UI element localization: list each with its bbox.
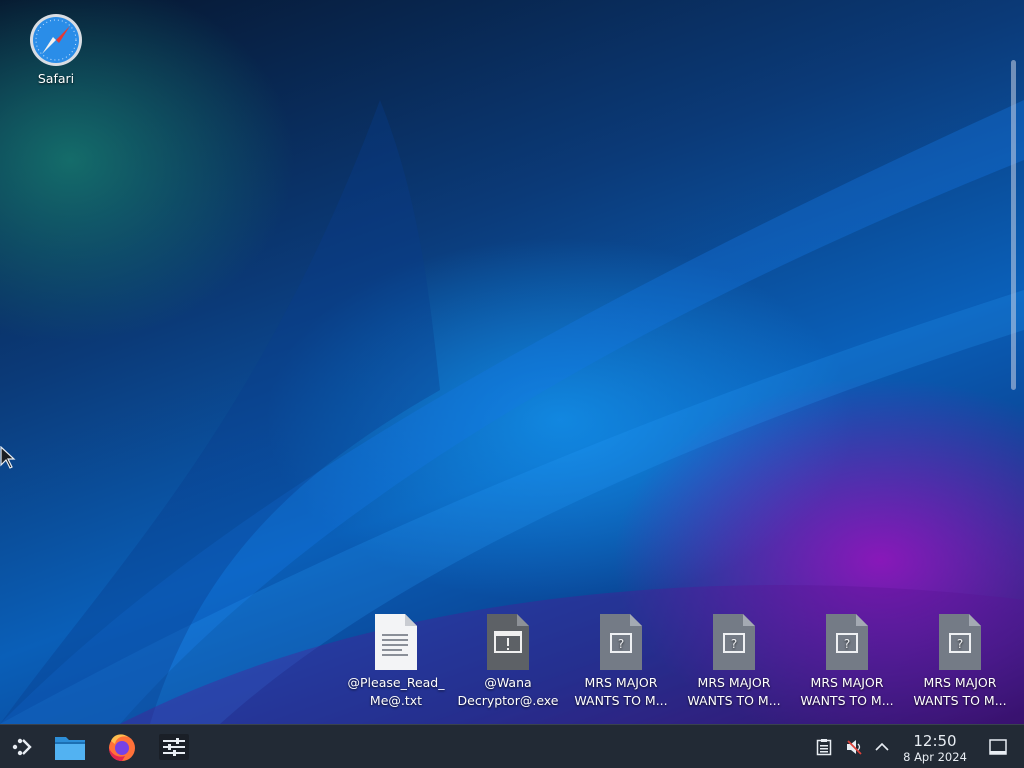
unknown-file-icon: ? [713, 614, 755, 670]
desktop[interactable]: Safari @Please_Read_ Me@.txt @Wana Decry… [0, 0, 1024, 724]
expand-tray-button[interactable] [870, 727, 894, 767]
unknown-file-icon: ? [600, 614, 642, 670]
clock-date: 8 Apr 2024 [903, 750, 967, 764]
please-read-me-label-line2: Me@.txt [369, 693, 423, 708]
sliders-icon [159, 734, 189, 760]
system-settings-button[interactable] [152, 727, 196, 767]
please-read-me-label-line1: @Please_Read_ [347, 675, 445, 690]
svg-text:?: ? [844, 637, 850, 651]
mouse-pointer-icon [0, 446, 16, 469]
firefox-button[interactable] [100, 727, 144, 767]
safari-label: Safari [37, 71, 75, 86]
mrs-major-file-3[interactable]: ? MRS MAJOR WANTS TO M... [795, 612, 899, 710]
mrs-major-file-4[interactable]: ? MRS MAJOR WANTS TO M... [908, 612, 1012, 710]
mrs-major-2-label-line2: WANTS TO M... [687, 693, 781, 708]
wana-decryptor-label-line1: @Wana [484, 675, 532, 690]
mrs-major-4-label-line2: WANTS TO M... [913, 693, 1007, 708]
clipboard-button[interactable] [812, 727, 836, 767]
show-desktop-button[interactable] [984, 727, 1012, 767]
taskbar: 12:50 8 Apr 2024 [0, 724, 1024, 768]
volume-button[interactable] [842, 727, 866, 767]
svg-text:?: ? [618, 637, 624, 651]
unknown-file-icon: ? [826, 614, 868, 670]
svg-text:?: ? [731, 637, 737, 651]
clock[interactable]: 12:50 8 Apr 2024 [900, 732, 970, 765]
app-launcher-icon [12, 738, 32, 756]
safari-compass-icon [30, 14, 82, 66]
mrs-major-3-label-line1: MRS MAJOR [810, 675, 884, 690]
mrs-major-file-2[interactable]: ? MRS MAJOR WANTS TO M... [682, 612, 786, 710]
show-desktop-icon [989, 739, 1007, 755]
wana-decryptor-label-line2: Decryptor@.exe [457, 693, 559, 708]
mrs-major-file-1[interactable]: ? MRS MAJOR WANTS TO M... [569, 612, 673, 710]
wana-decryptor-file[interactable]: @Wana Decryptor@.exe [456, 612, 560, 710]
app-launcher-button[interactable] [0, 727, 44, 767]
mrs-major-4-label-line1: MRS MAJOR [923, 675, 997, 690]
unknown-file-icon: ? [939, 614, 981, 670]
file-manager-button[interactable] [48, 727, 92, 767]
safari-desktop-icon[interactable]: Safari [4, 12, 108, 88]
mrs-major-1-label-line2: WANTS TO M... [574, 693, 668, 708]
mrs-major-3-label-line2: WANTS TO M... [800, 693, 894, 708]
chevron-up-icon [875, 742, 889, 751]
svg-text:?: ? [957, 637, 963, 651]
volume-muted-icon [847, 740, 862, 755]
text-file-icon [375, 614, 417, 670]
firefox-icon [109, 734, 135, 761]
clock-time: 12:50 [913, 732, 957, 750]
mrs-major-2-label-line1: MRS MAJOR [697, 675, 771, 690]
desktop-scrollbar[interactable] [1011, 60, 1016, 390]
clipboard-icon [816, 739, 832, 756]
mrs-major-1-label-line1: MRS MAJOR [584, 675, 658, 690]
executable-file-icon [487, 614, 529, 670]
please-read-me-file[interactable]: @Please_Read_ Me@.txt [344, 612, 448, 710]
folder-icon [55, 737, 85, 760]
